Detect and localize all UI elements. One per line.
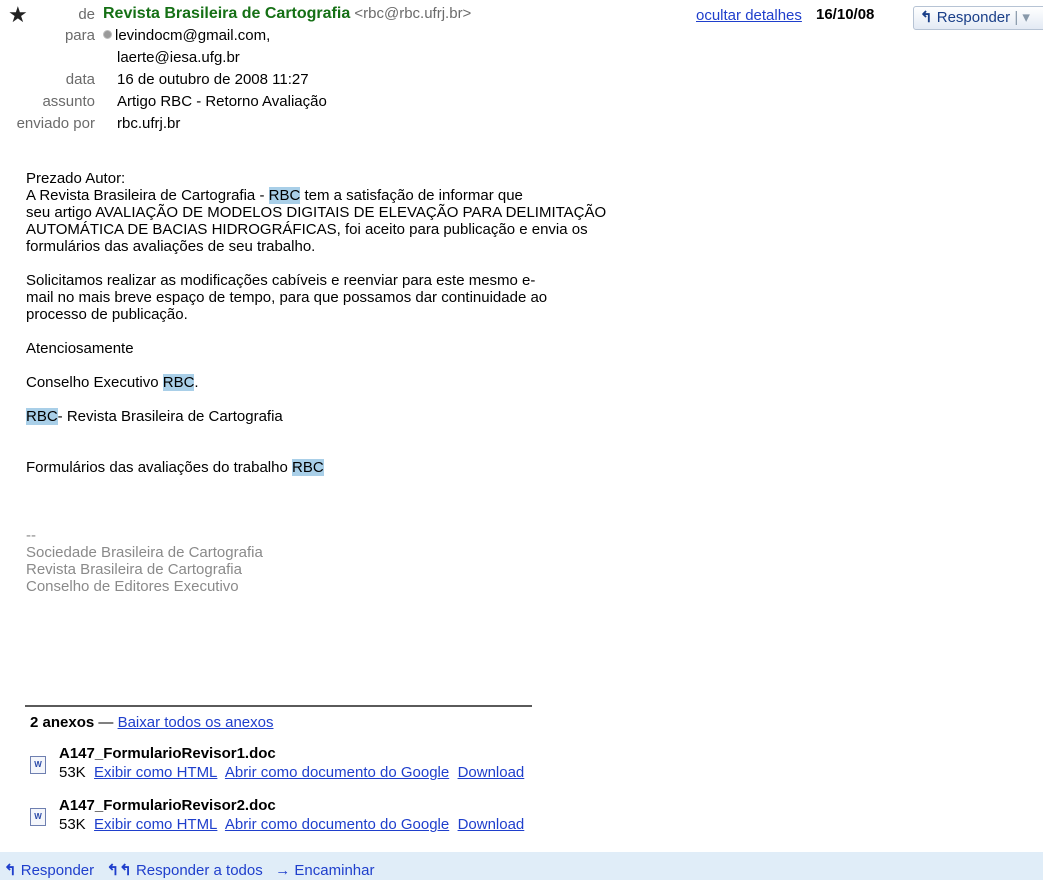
recipient-1-email: levindocm@gmail.com, [115, 27, 271, 44]
body-line: seu artigo AVALIAÇÃO DE MODELOS DIGITAIS… [26, 204, 607, 221]
sender: Revista Brasileira de Cartografia <rbc@r… [103, 5, 471, 23]
word-doc-icon: W [30, 756, 46, 774]
attachment-size: 53K [59, 764, 86, 781]
word-doc-icon: W [30, 808, 46, 826]
dash: — [94, 714, 118, 731]
body-line: A Revista Brasileira de Cartografia - RB… [26, 187, 766, 204]
forward-link[interactable]: Encaminhar [294, 862, 374, 879]
council-line: Conselho Executivo RBC. [26, 374, 766, 391]
reply-arrow-icon: ↰ [4, 862, 17, 879]
from-label: de [78, 6, 95, 23]
recipient-2: laerte@iesa.ufg.br [117, 49, 240, 66]
reply-divider: | ▾ [1014, 9, 1030, 26]
highlight-rbc: RBC [291, 459, 324, 476]
sent-by-value: rbc.ufrj.br [117, 115, 181, 132]
message-body: Prezado Autor: A Revista Brasileira de C… [26, 170, 766, 595]
signature-dash: -- [26, 527, 36, 544]
text-span: A Revista Brasileira de Cartografia - [26, 187, 269, 204]
sender-email: <rbc@rbc.ufrj.br> [354, 5, 472, 22]
sender-name: Revista Brasileira de Cartografia [103, 5, 351, 22]
date-value: 16 de outubro de 2008 11:27 [117, 71, 309, 88]
recipient-1: levindocm@gmail.com, [103, 27, 270, 44]
reply-link[interactable]: Responder [21, 862, 94, 879]
action-bar: ↰ Responder ↰↰ Responder a todos → Encam… [0, 852, 1043, 880]
text-span: tem a satisfação de informar que [300, 187, 523, 204]
text-span: Conselho Executivo [26, 374, 163, 391]
date-label: data [65, 71, 95, 88]
attachment-name: A147_FormularioRevisor2.doc [59, 797, 276, 814]
text-span: Formulários das avaliações do trabalho [26, 459, 292, 476]
forms-line: Formulários das avaliações do trabalho R… [26, 459, 766, 476]
text-span: . [194, 374, 199, 391]
date-short: 16/10/08 [816, 6, 875, 23]
hide-details-link[interactable]: ocultar detalhes [696, 7, 802, 24]
reply-all-arrow-icon: ↰↰ [106, 862, 132, 879]
action-links: ↰ Responder ↰↰ Responder a todos → Encam… [4, 861, 374, 879]
view-html-link[interactable]: Exibir como HTML [94, 764, 217, 781]
subject-label: assunto [42, 93, 95, 110]
regards: Atenciosamente [26, 340, 134, 357]
status-dot-icon [103, 30, 112, 39]
reply-all-link[interactable]: Responder a todos [136, 862, 263, 879]
highlight-rbc: RBC [26, 408, 58, 425]
attachment-actions: 53K Exibir como HTML Abrir como document… [59, 764, 524, 781]
signature-line-3: Conselho de Editores Executivo [26, 578, 239, 595]
to-label: para [64, 27, 95, 44]
download-link[interactable]: Download [458, 764, 525, 781]
attachment-size: 53K [59, 816, 86, 833]
sent-by-label: enviado por [16, 115, 95, 132]
attachments-header: 2 anexos — Baixar todos os anexos [30, 714, 274, 731]
attachment-name: A147_FormularioRevisor1.doc [59, 745, 276, 762]
body-line: mail no mais breve espaço de tempo, para… [26, 289, 548, 306]
signature-line-1: Sociedade Brasileira de Cartografia [26, 544, 263, 561]
reply-button[interactable]: ↰ Responder | ▾ [913, 6, 1043, 30]
download-link[interactable]: Download [458, 816, 525, 833]
open-google-doc-link[interactable]: Abrir como documento do Google [225, 816, 449, 833]
download-all-link[interactable]: Baixar todos os anexos [118, 714, 274, 731]
body-line: processo de publicação. [26, 306, 188, 323]
attachments-divider [25, 705, 532, 707]
subject-value: Artigo RBC - Retorno Avaliação [117, 93, 327, 110]
body-line: Solicitamos realizar as modificações cab… [26, 272, 536, 289]
reply-arrow-icon: ↰ [920, 9, 933, 26]
attachment-actions: 53K Exibir como HTML Abrir como document… [59, 816, 524, 833]
body-line: formulários das avaliações de seu trabal… [26, 238, 316, 255]
text-span: - Revista Brasileira de Cartografia [57, 408, 283, 425]
view-html-link[interactable]: Exibir como HTML [94, 816, 217, 833]
body-line: AUTOMÁTICA DE BACIAS HIDROGRÁFICAS, foi … [26, 221, 588, 238]
highlight-rbc: RBC [268, 187, 301, 204]
reply-button-label: Responder [936, 9, 1011, 26]
forward-arrow-icon: → [275, 862, 291, 879]
greeting: Prezado Autor: [26, 170, 126, 187]
rbc-line: RBC- Revista Brasileira de Cartografia [26, 408, 766, 425]
signature-line-2: Revista Brasileira de Cartografia [26, 561, 242, 578]
open-google-doc-link[interactable]: Abrir como documento do Google [225, 764, 449, 781]
attachments-count: 2 anexos [30, 714, 95, 731]
highlight-rbc: RBC [162, 374, 195, 391]
